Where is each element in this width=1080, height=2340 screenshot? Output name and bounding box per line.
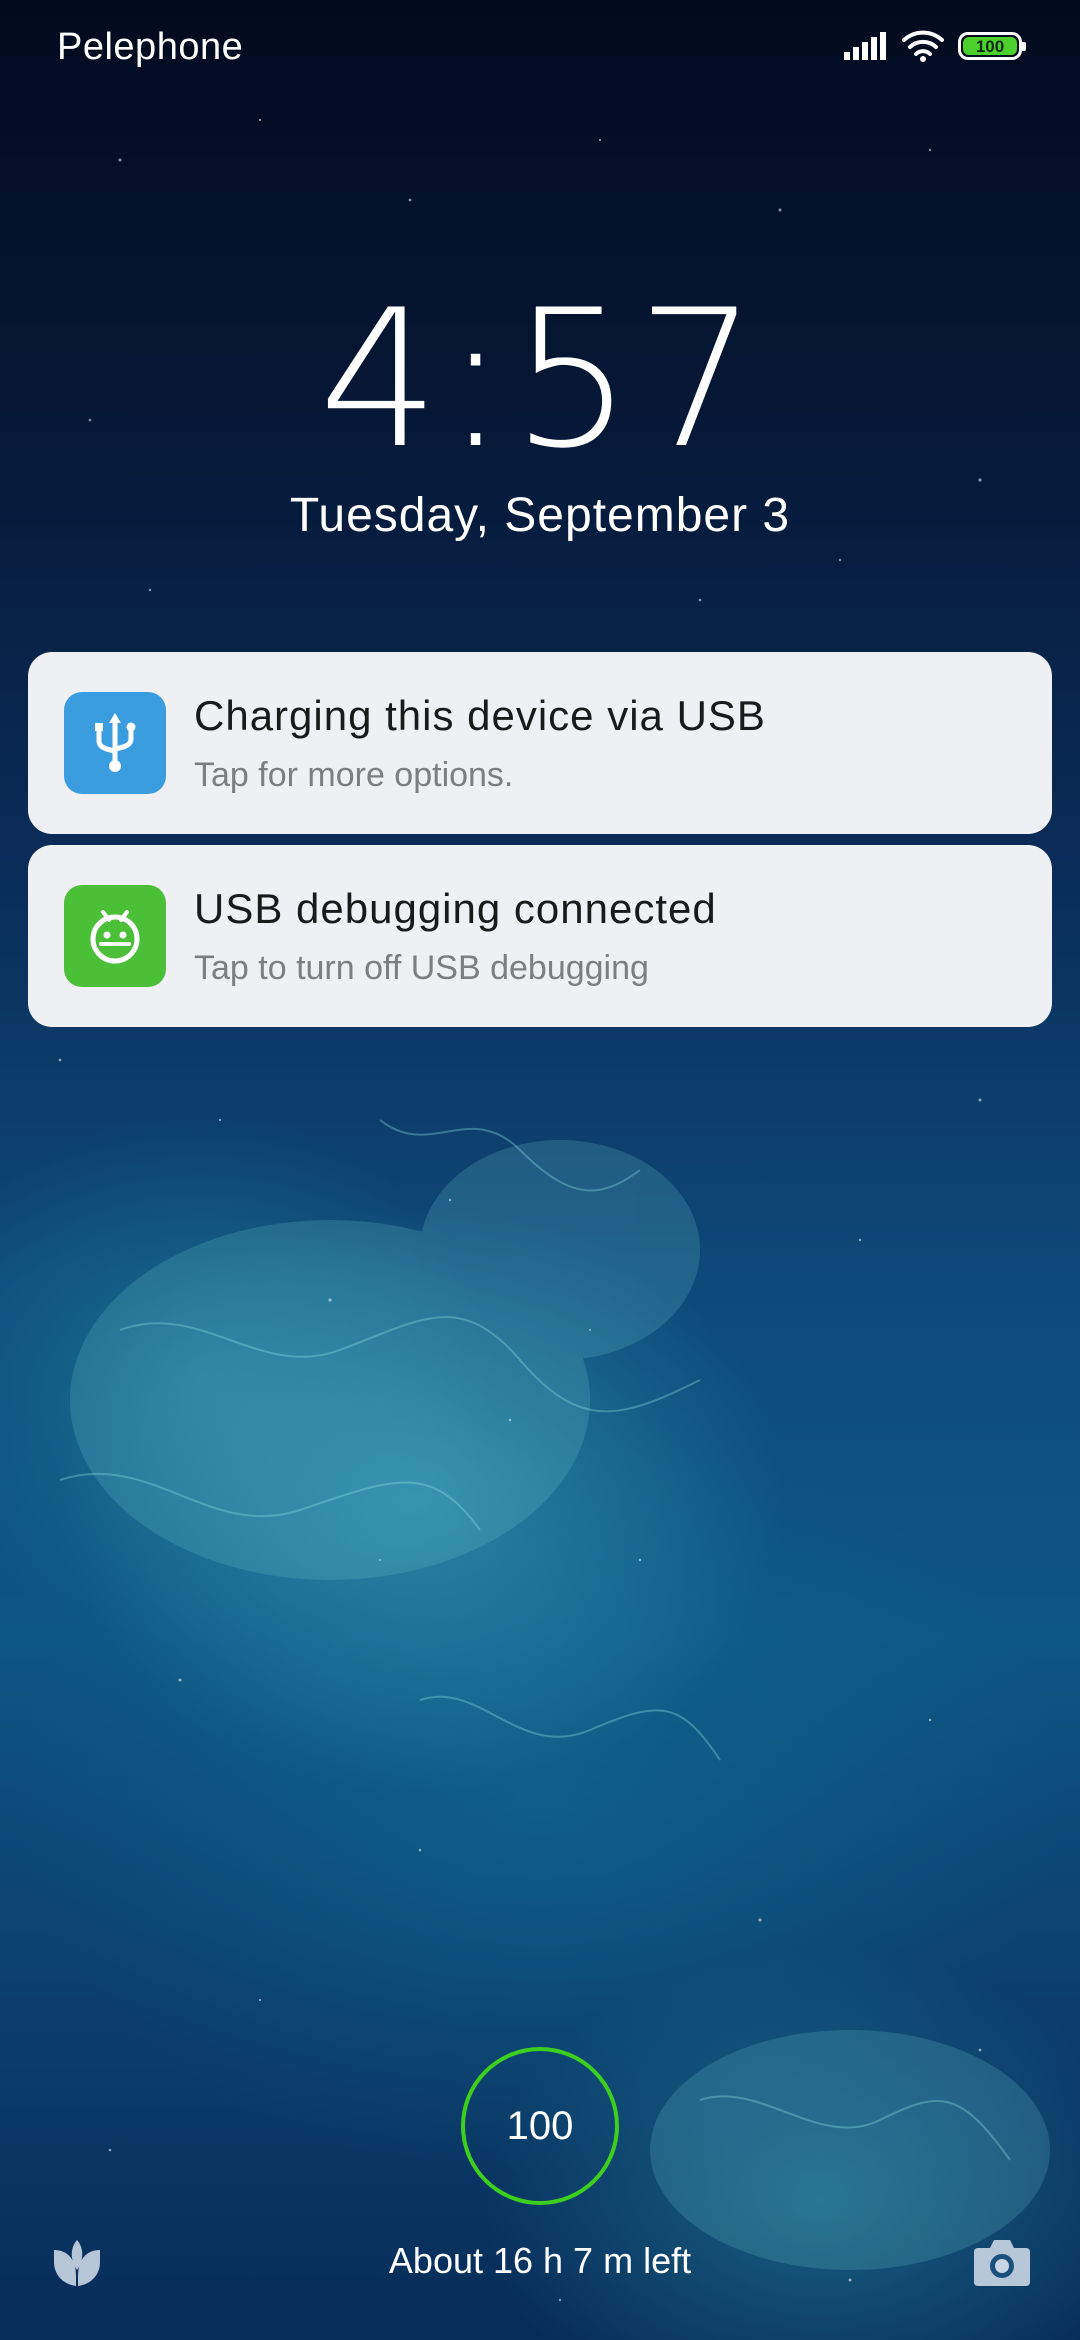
notification-title: USB debugging connected bbox=[194, 885, 717, 932]
android-debug-icon bbox=[64, 885, 166, 987]
notification-subtitle: Tap for more options. bbox=[194, 756, 514, 794]
lock-screen: Pelephone 100 4:57 Tuesday, September 3 bbox=[0, 0, 1080, 2340]
battery-level: 100 bbox=[963, 37, 1017, 55]
camera-icon[interactable] bbox=[972, 2236, 1032, 2288]
charging-percent: 100 bbox=[506, 2103, 574, 2148]
lock-date: Tuesday, September 3 bbox=[289, 489, 791, 542]
leaf-icon[interactable] bbox=[50, 2236, 104, 2290]
notification-title: Charging this device via USB bbox=[194, 692, 766, 739]
notification-usb-charging[interactable]: Charging this device via USB Tap for mor… bbox=[28, 652, 1052, 834]
status-icons: 100 bbox=[844, 30, 1026, 62]
wifi-icon bbox=[902, 30, 944, 62]
signal-bars-icon bbox=[844, 32, 886, 60]
usb-icon bbox=[64, 692, 166, 794]
lock-clock: 4:57 bbox=[318, 269, 762, 490]
battery-icon: 100 bbox=[958, 32, 1026, 60]
carrier-name: Pelephone bbox=[57, 26, 244, 68]
notification-usb-debugging[interactable]: USB debugging connected Tap to turn off … bbox=[28, 845, 1052, 1027]
notification-subtitle: Tap to turn off USB debugging bbox=[194, 949, 649, 987]
charging-time-left: About 16 h 7 m left bbox=[388, 2240, 692, 2281]
